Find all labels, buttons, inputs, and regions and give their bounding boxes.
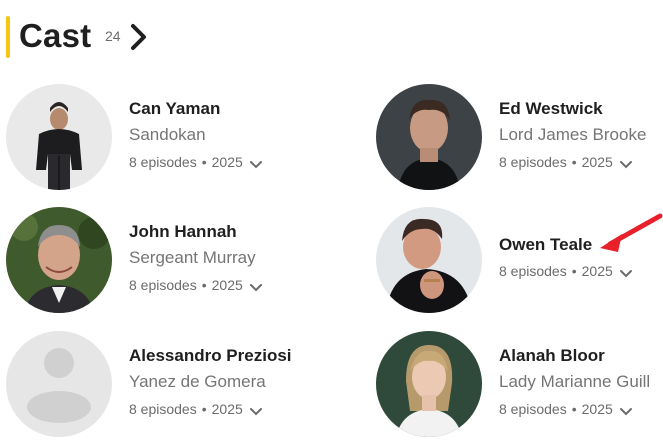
character-name[interactable]: Sergeant Murray xyxy=(129,248,256,268)
year: 2025 xyxy=(581,154,613,170)
separator-dot: • xyxy=(201,277,207,293)
episode-count: 8 episodes xyxy=(129,154,197,170)
actor-name[interactable]: Alessandro Preziosi xyxy=(129,346,292,366)
year: 2025 xyxy=(211,277,243,293)
actor-name[interactable]: Ed Westwick xyxy=(499,99,603,119)
year: 2025 xyxy=(581,401,613,417)
chevron-down-icon xyxy=(249,404,263,416)
chevron-down-icon xyxy=(619,404,633,416)
chevron-down-icon xyxy=(249,157,263,169)
see-all-chevron-icon[interactable] xyxy=(127,22,151,52)
cast-section: Cast 24 Can Yaman Sandokan 8 episodes • … xyxy=(0,0,663,447)
episodes-year-toggle[interactable]: 8 episodes • 2025 xyxy=(499,154,633,170)
episode-count: 8 episodes xyxy=(129,277,197,293)
actor-name[interactable]: Alanah Bloor xyxy=(499,346,605,366)
avatar[interactable] xyxy=(6,84,112,190)
year: 2025 xyxy=(581,263,613,279)
year: 2025 xyxy=(211,154,243,170)
cast-item: Alessandro Preziosi Yanez de Gomera 8 ep… xyxy=(6,331,326,437)
actor-name[interactable]: Owen Teale xyxy=(499,235,592,255)
avatar[interactable] xyxy=(376,84,482,190)
episodes-year-toggle[interactable]: 8 episodes • 2025 xyxy=(129,401,263,417)
chevron-down-icon xyxy=(619,266,633,278)
separator-dot: • xyxy=(571,263,577,279)
episode-count: 8 episodes xyxy=(129,401,197,417)
separator-dot: • xyxy=(571,154,577,170)
avatar[interactable] xyxy=(6,207,112,313)
separator-dot: • xyxy=(201,154,207,170)
character-name[interactable]: Yanez de Gomera xyxy=(129,372,266,392)
chevron-down-icon xyxy=(249,280,263,292)
section-title[interactable]: Cast xyxy=(19,14,91,58)
cast-count: 24 xyxy=(105,28,121,44)
avatar-placeholder[interactable] xyxy=(6,331,112,437)
cast-item: Alanah Bloor Lady Marianne Guill 8 episo… xyxy=(376,331,663,437)
cast-item: John Hannah Sergeant Murray 8 episodes •… xyxy=(6,207,326,313)
cast-item: Can Yaman Sandokan 8 episodes • 2025 xyxy=(6,84,326,190)
cast-item: Ed Westwick Lord James Brooke 8 episodes… xyxy=(376,84,663,190)
year: 2025 xyxy=(211,401,243,417)
character-name[interactable]: Sandokan xyxy=(129,125,206,145)
avatar[interactable] xyxy=(376,207,482,313)
episodes-year-toggle[interactable]: 8 episodes • 2025 xyxy=(499,401,633,417)
actor-name[interactable]: Can Yaman xyxy=(129,99,220,119)
episode-count: 8 episodes xyxy=(499,154,567,170)
person-placeholder-icon xyxy=(6,331,112,437)
episode-count: 8 episodes xyxy=(499,401,567,417)
avatar[interactable] xyxy=(376,331,482,437)
episode-count: 8 episodes xyxy=(499,263,567,279)
separator-dot: • xyxy=(571,401,577,417)
character-name[interactable]: Lady Marianne Guill xyxy=(499,372,650,392)
episodes-year-toggle[interactable]: 8 episodes • 2025 xyxy=(499,263,633,279)
red-arrow-annotation xyxy=(592,210,663,256)
separator-dot: • xyxy=(201,401,207,417)
episodes-year-toggle[interactable]: 8 episodes • 2025 xyxy=(129,154,263,170)
character-name[interactable]: Lord James Brooke xyxy=(499,125,646,145)
episodes-year-toggle[interactable]: 8 episodes • 2025 xyxy=(129,277,263,293)
section-accent-bar xyxy=(6,16,10,58)
chevron-down-icon xyxy=(619,157,633,169)
actor-name[interactable]: John Hannah xyxy=(129,222,237,242)
